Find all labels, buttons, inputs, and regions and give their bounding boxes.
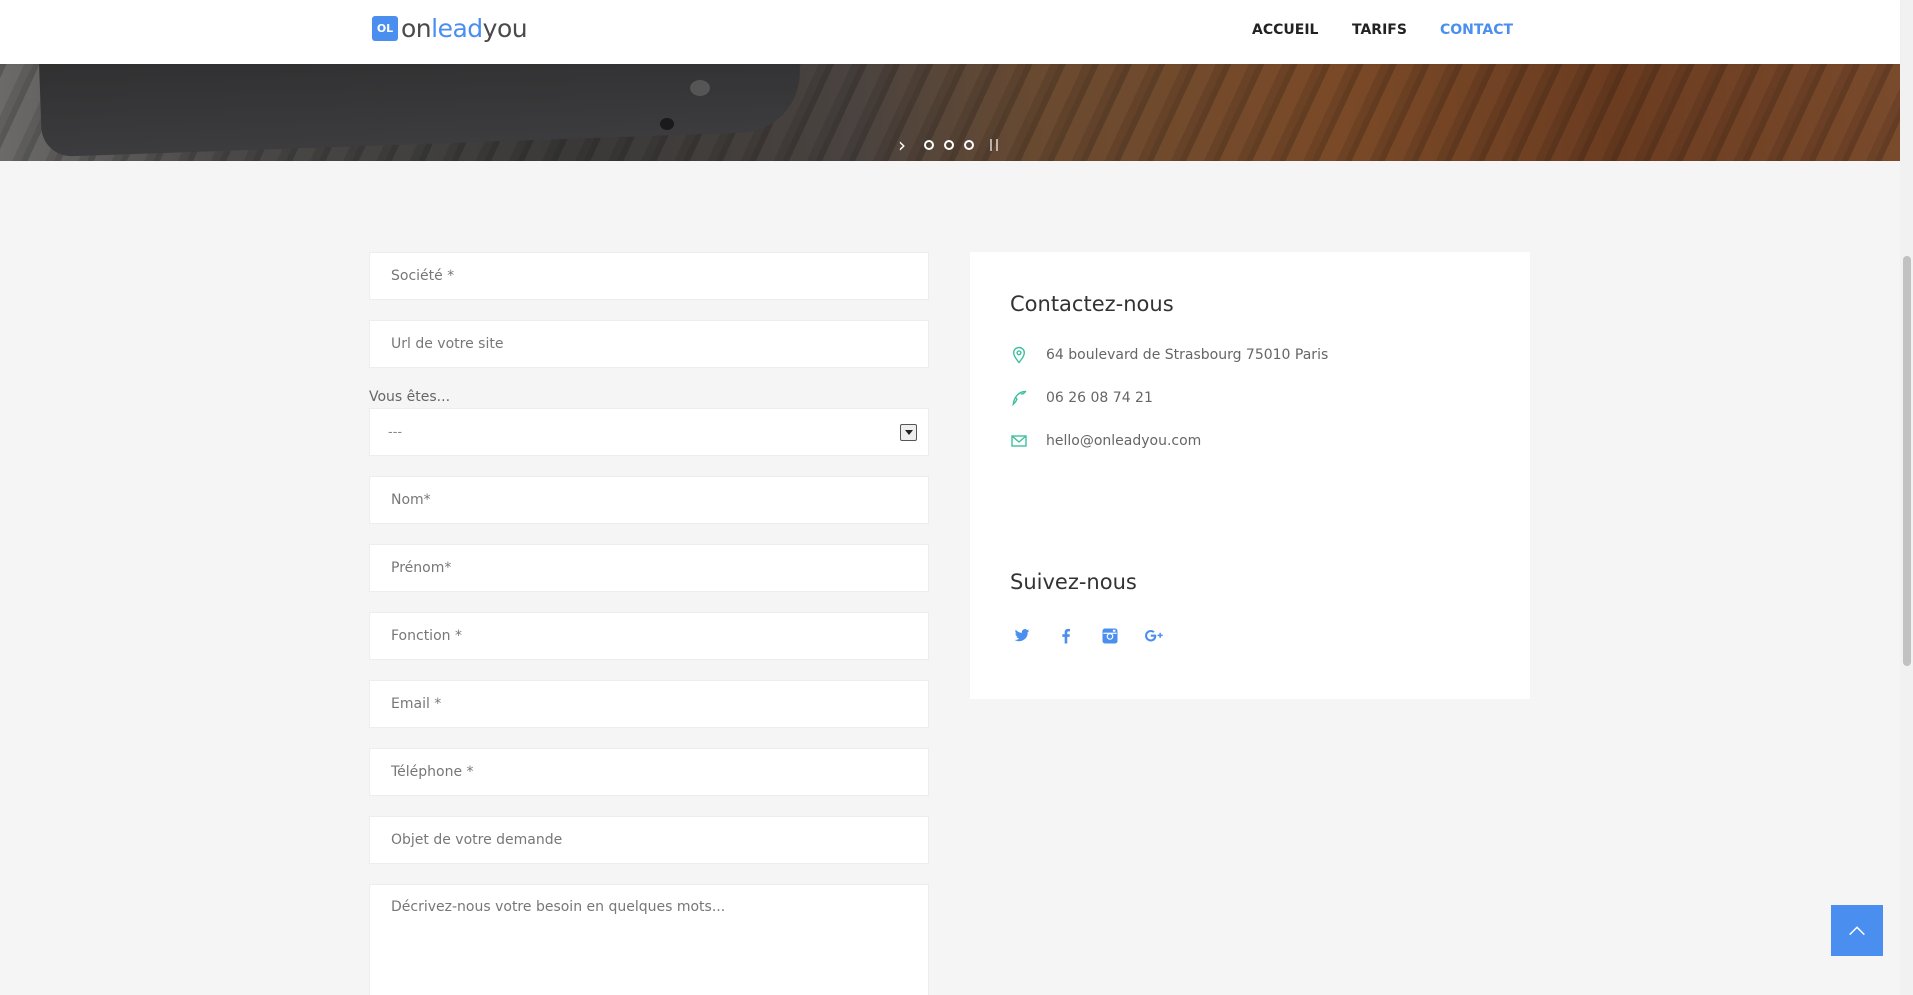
logo-text-part3: you [482, 13, 528, 43]
fonction-field[interactable]: Fonction * [369, 612, 929, 660]
chevron-up-icon [1849, 925, 1865, 935]
nav-tarifs[interactable]: TARIFS [1352, 22, 1407, 38]
hero-slider: › [0, 64, 1900, 161]
slider-dot-1[interactable] [924, 140, 934, 150]
logo-mark: OL [372, 15, 398, 41]
email-text[interactable]: hello@onleadyou.com [1046, 433, 1201, 449]
email-field[interactable]: Email * [369, 680, 929, 728]
email-row: hello@onleadyou.com [1010, 432, 1201, 450]
objet-field[interactable]: Objet de votre demande [369, 816, 929, 864]
nav-contact[interactable]: CONTACT [1440, 22, 1513, 38]
vous-etes-select[interactable]: --- [369, 408, 929, 456]
slider-controls: › [0, 135, 1900, 156]
location-pin-icon [1012, 346, 1026, 364]
follow-title: Suivez-nous [1010, 570, 1137, 594]
description-textarea[interactable]: Décrivez-nous votre besoin en quelques m… [369, 884, 929, 995]
facebook-icon[interactable] [1054, 624, 1078, 648]
page-scrollbar[interactable] [1900, 0, 1913, 995]
scrollbar-thumb[interactable] [1903, 256, 1911, 666]
twitter-icon[interactable] [1010, 624, 1034, 648]
chevron-right-icon[interactable]: › [898, 135, 906, 155]
site-header: OL onleadyou ACCUEIL TARIFS CONTACT [0, 0, 1900, 64]
address-row: 64 boulevard de Strasbourg 75010 Paris [1010, 346, 1328, 364]
google-plus-icon[interactable] [1142, 624, 1166, 648]
mail-icon [1011, 435, 1027, 447]
hero-camera [690, 80, 710, 96]
instagram-icon[interactable] [1098, 624, 1122, 648]
slider-dot-2[interactable] [944, 140, 954, 150]
logo[interactable]: OL onleadyou [372, 13, 528, 43]
address-text: 64 boulevard de Strasbourg 75010 Paris [1046, 347, 1329, 363]
hero-camera-lens [660, 118, 674, 130]
contact-card: Contactez-nous 64 boulevard de Strasbour… [970, 252, 1530, 699]
vous-etes-selected: --- [388, 424, 403, 440]
societe-field[interactable]: Société * [369, 252, 929, 300]
phone-icon [1012, 390, 1027, 407]
nav-accueil[interactable]: ACCUEIL [1252, 22, 1318, 38]
telephone-field[interactable]: Téléphone * [369, 748, 929, 796]
logo-text-part2: lead [431, 13, 483, 43]
phone-row: 06 26 08 74 21 [1010, 389, 1153, 407]
phone-text: 06 26 08 74 21 [1046, 390, 1153, 406]
prenom-field[interactable]: Prénom* [369, 544, 929, 592]
social-links [1010, 624, 1186, 648]
chevron-down-icon[interactable] [900, 424, 917, 441]
slider-dot-3[interactable] [964, 140, 974, 150]
contact-title: Contactez-nous [1010, 292, 1174, 316]
nom-field[interactable]: Nom* [369, 476, 929, 524]
url-field[interactable]: Url de votre site [369, 320, 929, 368]
pause-icon[interactable] [990, 139, 998, 151]
back-to-top-button[interactable] [1831, 905, 1883, 956]
logo-text-part1: on [401, 13, 432, 43]
vous-etes-label: Vous êtes... [369, 389, 451, 405]
logo-text: onleadyou [401, 13, 528, 43]
